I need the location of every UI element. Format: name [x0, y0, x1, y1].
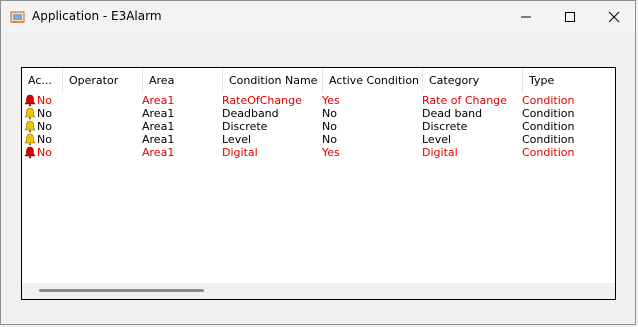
close-icon — [608, 11, 620, 22]
operator-cell — [67, 120, 141, 133]
minimize-icon — [521, 16, 531, 17]
column-header-type[interactable]: Type — [523, 68, 615, 93]
close-button[interactable] — [591, 1, 637, 32]
minimize-button[interactable] — [503, 1, 549, 32]
type-cell: Condition — [522, 94, 575, 107]
title-bar[interactable]: Application - E3Alarm — [1, 1, 635, 32]
ack-cell: No — [37, 120, 52, 133]
area-cell: Area1 — [142, 120, 175, 133]
column-header-ack[interactable]: Ac... — [22, 68, 63, 93]
operator-cell — [67, 94, 141, 107]
scrollbar-thumb[interactable] — [39, 289, 204, 292]
operator-cell — [67, 146, 141, 159]
category-cell: Dead band — [422, 107, 483, 120]
category-cell: Digital — [422, 146, 458, 159]
table-row[interactable]: No Area1 Level No Level Condition — [22, 133, 615, 146]
type-cell: Condition — [522, 146, 575, 159]
operator-cell — [67, 133, 141, 146]
yellow-bell-icon — [24, 133, 36, 146]
active-condition-cell: No — [322, 120, 337, 133]
area-cell: Area1 — [142, 94, 175, 107]
maximize-button[interactable] — [547, 1, 593, 32]
table-row[interactable]: No Area1 Deadband No Dead band Condition — [22, 107, 615, 120]
table-row[interactable]: No Area1 Digital Yes Digital Condition — [22, 146, 615, 159]
column-header-operator[interactable]: Operator — [63, 68, 143, 93]
red-bell-icon — [24, 94, 36, 107]
area-cell: Area1 — [142, 107, 175, 120]
type-cell: Condition — [522, 107, 575, 120]
ack-cell: No — [37, 94, 52, 107]
type-cell: Condition — [522, 133, 575, 146]
app-icon — [10, 11, 25, 23]
ack-cell: No — [37, 146, 52, 159]
operator-cell — [67, 107, 141, 120]
active-condition-cell: No — [322, 133, 337, 146]
window-title: Application - E3Alarm — [32, 9, 162, 23]
red-bell-icon — [24, 146, 36, 159]
condition-name-cell: Level — [222, 133, 252, 146]
table-row[interactable]: No Area1 Discrete No Discrete Condition — [22, 120, 615, 133]
yellow-bell-icon — [24, 107, 36, 120]
area-cell: Area1 — [142, 133, 175, 146]
maximize-icon — [565, 11, 575, 22]
column-header-area[interactable]: Area — [143, 68, 223, 93]
column-header-active-condition[interactable]: Active Condition — [323, 68, 423, 93]
column-header-condition-name[interactable]: Condition Name — [223, 68, 323, 93]
table-row[interactable]: No Area1 RateOfChange Yes Rate of Change… — [22, 94, 615, 107]
category-cell: Discrete — [422, 120, 468, 133]
active-condition-cell: Yes — [322, 94, 340, 107]
horizontal-scrollbar[interactable] — [22, 283, 615, 299]
list-header: Ac... Operator Area Condition Name Activ… — [22, 68, 615, 93]
active-condition-cell: Yes — [322, 146, 340, 159]
ack-cell: No — [37, 107, 52, 120]
category-cell: Level — [422, 133, 452, 146]
active-condition-cell: No — [322, 107, 337, 120]
type-cell: Condition — [522, 120, 575, 133]
category-cell: Rate of Change — [422, 94, 507, 107]
application-window: Application - E3Alarm Ac... Operator Are… — [0, 0, 636, 325]
condition-name-cell: RateOfChange — [222, 94, 302, 107]
area-cell: Area1 — [142, 146, 175, 159]
condition-name-cell: Deadband — [222, 107, 279, 120]
ack-cell: No — [37, 133, 52, 146]
alarm-list-view[interactable]: Ac... Operator Area Condition Name Activ… — [21, 67, 616, 300]
yellow-bell-icon — [24, 120, 36, 133]
column-header-category[interactable]: Category — [423, 68, 523, 93]
condition-name-cell: Digital — [222, 146, 258, 159]
condition-name-cell: Discrete — [222, 120, 268, 133]
